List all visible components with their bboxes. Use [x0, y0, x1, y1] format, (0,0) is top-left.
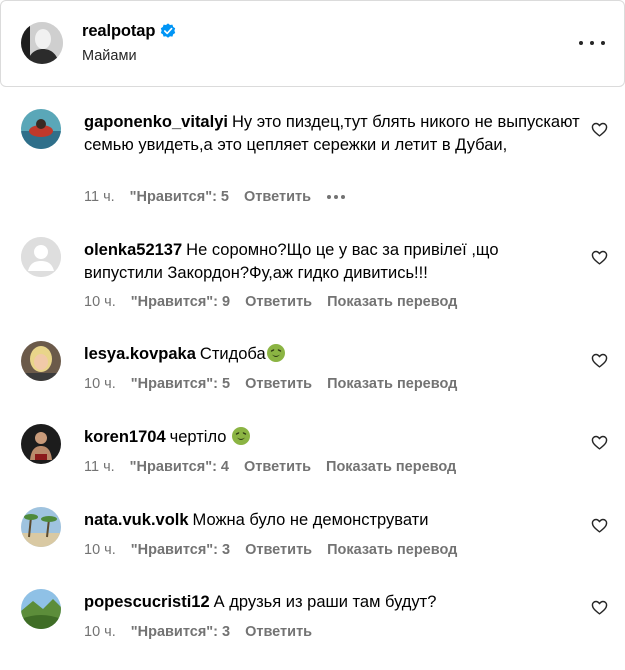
- comment-time[interactable]: 11 ч.: [84, 189, 115, 205]
- comment-meta: 10 ч. "Нравится": 3 Ответить Показать пе…: [84, 542, 472, 558]
- heart-icon[interactable]: [591, 352, 608, 369]
- show-translation-button[interactable]: Показать перевод: [327, 376, 457, 392]
- comment-likes[interactable]: "Нравится": 3: [131, 624, 230, 640]
- comment-time[interactable]: 10 ч.: [84, 376, 116, 392]
- comment-username[interactable]: popescucristi12: [84, 593, 210, 611]
- comment-time[interactable]: 10 ч.: [84, 542, 116, 558]
- nauseated-face-emoji: [232, 427, 251, 445]
- comment-text: А друзья из раши там будут?: [213, 593, 437, 611]
- heart-icon[interactable]: [591, 599, 608, 616]
- comment-body: popescucristi12 А друзья из раши там буду…: [84, 591, 580, 614]
- heart-icon[interactable]: [591, 121, 608, 138]
- show-translation-button[interactable]: Показать перевод: [327, 294, 457, 310]
- comment-avatar[interactable]: [21, 589, 61, 629]
- comment-time[interactable]: 10 ч.: [84, 624, 116, 640]
- heart-icon[interactable]: [591, 517, 608, 534]
- comment-body: lesya.kovpaka Стидоба: [84, 343, 580, 366]
- more-options-icon[interactable]: [579, 33, 605, 53]
- verified-badge-icon: [161, 23, 176, 38]
- comment-avatar[interactable]: [21, 507, 61, 547]
- comment-options-icon[interactable]: [327, 195, 346, 199]
- post-location[interactable]: Майами: [82, 48, 137, 64]
- heart-icon[interactable]: [591, 249, 608, 266]
- comment-likes[interactable]: "Нравится": 5: [131, 376, 230, 392]
- show-translation-button[interactable]: Показать перевод: [326, 459, 456, 475]
- show-translation-button[interactable]: Показать перевод: [327, 542, 457, 558]
- reply-button[interactable]: Ответить: [244, 189, 311, 205]
- comment-likes[interactable]: "Нравится": 3: [131, 542, 230, 558]
- comment-avatar[interactable]: [21, 237, 61, 277]
- comment-avatar[interactable]: [21, 424, 61, 464]
- comment-username[interactable]: lesya.kovpaka: [84, 345, 196, 363]
- comment-text: Стидоба: [199, 345, 266, 363]
- comment-avatar[interactable]: [21, 341, 61, 381]
- heart-icon[interactable]: [591, 434, 608, 451]
- reply-button[interactable]: Ответить: [244, 459, 311, 475]
- reply-button[interactable]: Ответить: [245, 376, 312, 392]
- post-header: realpotap Майами: [0, 0, 625, 87]
- comment-username[interactable]: olenka52137: [84, 241, 182, 259]
- comment-meta: 11 ч. "Нравится": 5 Ответить: [84, 189, 346, 205]
- comment-username[interactable]: gaponenko_vitalyi: [84, 113, 228, 131]
- reply-button[interactable]: Ответить: [245, 624, 312, 640]
- comment-avatar[interactable]: [21, 109, 61, 149]
- comment-time[interactable]: 10 ч.: [84, 294, 116, 310]
- comment-username[interactable]: nata.vuk.volk: [84, 511, 189, 529]
- reply-button[interactable]: Ответить: [245, 294, 312, 310]
- comment-body: olenka52137 Не соромно?Що це у вас за при…: [84, 239, 580, 285]
- reply-button[interactable]: Ответить: [245, 542, 312, 558]
- comment-text: чертіло: [169, 428, 232, 446]
- comment-meta: 10 ч. "Нравится": 9 Ответить Показать пе…: [84, 294, 472, 310]
- comment-meta: 11 ч. "Нравится": 4 Ответить Показать пе…: [84, 459, 471, 475]
- comment-username[interactable]: koren1704: [84, 428, 166, 446]
- comment-body: nata.vuk.volk Можна було не демонструвати: [84, 509, 580, 532]
- nauseated-face-emoji: [266, 344, 285, 362]
- comment-likes[interactable]: "Нравится": 5: [130, 189, 229, 205]
- comment-meta: 10 ч. "Нравится": 3 Ответить: [84, 624, 327, 640]
- comment-likes[interactable]: "Нравится": 4: [130, 459, 229, 475]
- comment-body: gaponenko_vitalyi Ну это пиздец,тут блять…: [84, 111, 580, 157]
- post-author-avatar[interactable]: [21, 22, 63, 64]
- post-author-username[interactable]: realpotap: [82, 22, 176, 41]
- comment-likes[interactable]: "Нравится": 9: [131, 294, 230, 310]
- comment-body: koren1704 чертіло: [84, 426, 580, 449]
- comment-time[interactable]: 11 ч.: [84, 459, 115, 475]
- post-author-name[interactable]: realpotap: [82, 22, 155, 40]
- comment-text: Можна було не демонструвати: [192, 511, 429, 529]
- comment-meta: 10 ч. "Нравится": 5 Ответить Показать пе…: [84, 376, 472, 392]
